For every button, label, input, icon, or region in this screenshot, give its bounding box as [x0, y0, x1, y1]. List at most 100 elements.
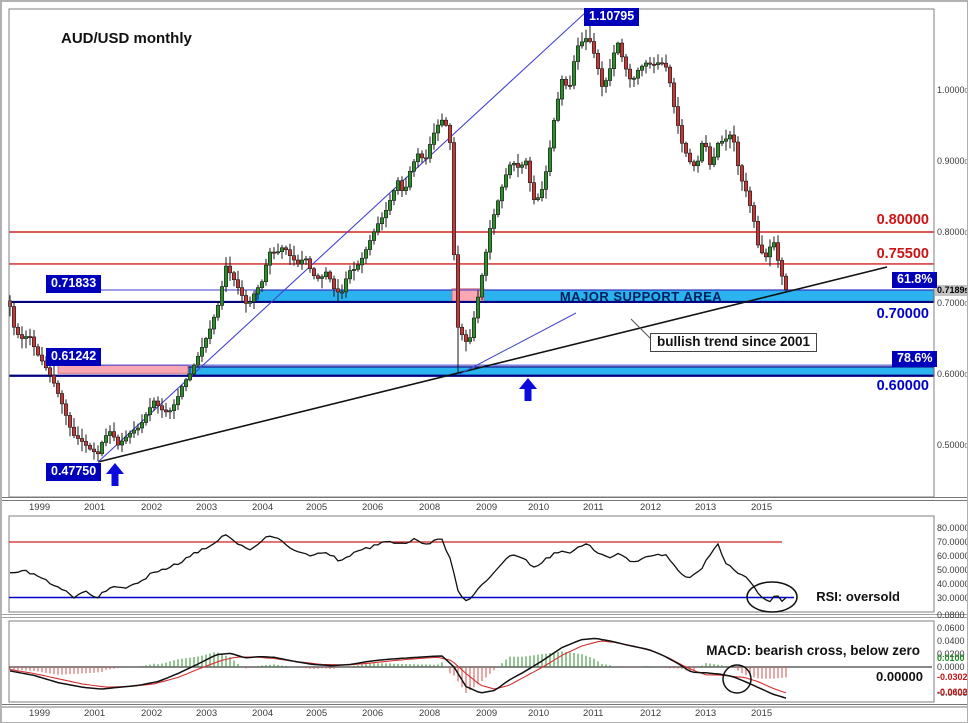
candle-body — [72, 426, 77, 436]
candle-body — [575, 45, 580, 62]
x-axis-year-bottom-2004: 2004 — [252, 708, 274, 719]
candle-body — [495, 200, 500, 215]
candle-body — [471, 317, 476, 339]
x-axis-year-2009: 2009 — [476, 502, 498, 513]
rsi-annotation: RSI: oversold — [816, 589, 900, 604]
price-axis-label-0.6000: 0.60000 — [937, 369, 967, 380]
bullish-trend-callout[interactable]: bullish trend since 2001 — [650, 333, 818, 352]
candle-body — [539, 189, 544, 198]
candle-body — [108, 431, 113, 436]
x-axis-year-bottom-2013: 2013 — [695, 708, 717, 719]
candle-body — [767, 246, 772, 258]
candle-body — [295, 259, 300, 265]
candle-body — [651, 63, 656, 66]
candle-body — [635, 69, 640, 79]
level-label-060: 0.60000 — [876, 378, 929, 394]
candle-body — [395, 180, 400, 191]
candle-body — [523, 160, 528, 166]
up-arrow-icon-0 — [106, 463, 124, 486]
candle-body — [160, 405, 165, 411]
candle-body — [731, 134, 736, 143]
x-axis-year-2013: 2013 — [695, 502, 717, 513]
candle-body — [615, 42, 620, 54]
candle-body — [631, 77, 636, 80]
candle-body — [751, 205, 756, 222]
price-tag-0.71833: 0.71833 — [46, 275, 102, 293]
candle-body — [723, 138, 728, 142]
candle-body — [23, 336, 28, 339]
candle-body — [327, 271, 332, 280]
candle-body — [275, 251, 280, 254]
candle-body — [55, 382, 60, 394]
rsi-axis-label-70.0000: 70.0000 — [937, 537, 968, 547]
candle-body — [379, 217, 384, 225]
candle-body — [59, 393, 64, 405]
macd-axis-label-0.0400: 0.0400 — [937, 636, 965, 646]
x-axis-year-bottom-2011: 2011 — [583, 708, 604, 719]
candle-body — [431, 132, 436, 145]
candle-body — [339, 291, 344, 294]
candle-body — [287, 249, 292, 256]
candle-body — [84, 441, 89, 446]
candle-body — [647, 62, 652, 65]
candle-body — [583, 38, 588, 43]
macd-annotation: MACD: bearish cross, below zero — [706, 643, 920, 658]
candle-body — [347, 270, 352, 280]
candle-body — [771, 242, 776, 248]
candle-body — [415, 153, 420, 163]
rsi-axis-label-80.0000: 80.0000 — [937, 523, 968, 533]
candle-body — [551, 120, 556, 149]
candle-body — [463, 334, 468, 342]
candle-body — [435, 124, 440, 134]
candle-body — [543, 171, 548, 190]
candle-body — [228, 265, 233, 274]
x-axis-year-bottom-2009: 2009 — [476, 708, 498, 719]
candle-body — [719, 140, 724, 144]
candle-body — [355, 264, 360, 270]
candle-body — [140, 422, 145, 429]
candle-body — [371, 231, 376, 241]
candle-body — [483, 251, 488, 276]
candle-body — [259, 281, 264, 288]
chart-canvas[interactable] — [1, 1, 968, 723]
candle-body — [515, 163, 520, 168]
candle-body — [555, 98, 560, 121]
candle-body — [499, 186, 504, 202]
candle-body — [711, 156, 716, 165]
blue-uptrend-line — [97, 11, 587, 463]
candle-body — [363, 249, 368, 259]
candle-body — [283, 247, 288, 251]
candle-body — [683, 142, 688, 154]
candle-body — [136, 427, 141, 431]
fib-tag-61.8%: 61.8% — [892, 272, 938, 288]
candle-body — [591, 41, 596, 54]
candle-body — [319, 276, 324, 279]
candle-body — [188, 373, 193, 381]
candle-body — [180, 386, 185, 397]
x-axis-year-2005: 2005 — [306, 502, 328, 513]
candle-body — [76, 435, 81, 439]
candle-body — [303, 258, 308, 261]
candle-body — [455, 254, 460, 328]
candle-body — [240, 287, 245, 296]
candle-body — [383, 210, 388, 219]
candle-body — [152, 400, 157, 408]
candle-body — [315, 275, 320, 279]
candle-body — [587, 38, 592, 42]
candle-body — [675, 106, 680, 126]
x-axis-year-2011: 2011 — [583, 502, 604, 513]
macd-zero-value: 0.00000 — [876, 669, 923, 684]
candle-body — [403, 186, 408, 191]
candle-body — [775, 242, 780, 261]
x-axis-year-2004: 2004 — [252, 502, 274, 513]
candle-body — [343, 278, 348, 293]
candle-body — [12, 306, 17, 328]
price-tag-0.61242: 0.61242 — [46, 348, 102, 366]
candle-body — [192, 364, 197, 375]
candle-body — [212, 316, 217, 330]
candle-body — [172, 404, 177, 411]
candle-body — [755, 221, 760, 246]
candle-body — [156, 400, 161, 407]
candle-body — [703, 142, 708, 148]
x-axis-year-2006: 2006 — [362, 502, 384, 513]
